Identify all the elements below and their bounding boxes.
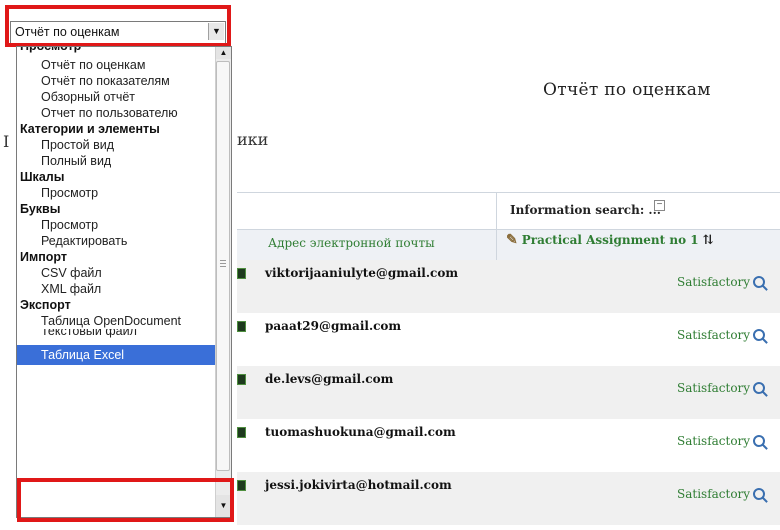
- dropdown-options: ПросмотрОтчёт по оценкамОтчёт по показат…: [17, 47, 215, 365]
- dropdown-option[interactable]: Таблица OpenDocument: [17, 313, 215, 329]
- collapse-icon[interactable]: −: [654, 200, 665, 211]
- table-row: paaat29@gmail.com Satisfactory: [237, 313, 780, 366]
- row-grade-label: Satisfactory: [677, 275, 751, 289]
- row-grade-label: Satisfactory: [677, 434, 751, 448]
- row-grade-label: Satisfactory: [677, 381, 751, 395]
- row-grade: Satisfactory: [677, 434, 766, 448]
- dropdown-group-label: Экспорт: [20, 298, 71, 312]
- dropdown-group-label: Категории и элементы: [20, 122, 160, 136]
- dropdown-option[interactable]: Просмотр: [17, 217, 215, 233]
- row-email: tuomashuokuna@gmail.com: [265, 425, 456, 439]
- header-divider: [496, 229, 497, 263]
- row-grade-label: Satisfactory: [677, 328, 751, 342]
- row-select-icon[interactable]: [237, 321, 246, 332]
- assignment-icon: ✎: [506, 232, 518, 248]
- magnifier-icon[interactable]: [753, 276, 766, 288]
- table-row: de.levs@gmail.com Satisfactory: [237, 366, 780, 419]
- col-header-assignment[interactable]: ✎ Practical Assignment no 1 ⇅: [506, 232, 714, 248]
- row-select-icon[interactable]: [237, 374, 246, 385]
- highlight-box-excel: [17, 478, 234, 522]
- row-select-icon[interactable]: [237, 427, 246, 438]
- row-email: jessi.jokivirta@hotmail.com: [265, 478, 452, 492]
- dropdown-group-label: Импорт: [20, 250, 68, 264]
- dropdown-group-label: Буквы: [20, 202, 61, 216]
- dropdown-option[interactable]: XML файл: [17, 281, 215, 297]
- dropdown-option[interactable]: Отчёт по показателям: [17, 73, 215, 89]
- magnifier-icon[interactable]: [753, 329, 766, 341]
- scroll-up-icon[interactable]: ▲: [216, 47, 231, 59]
- assignment-label[interactable]: Practical Assignment no 1: [522, 233, 699, 247]
- page-title: Отчёт по оценкам: [543, 80, 711, 100]
- row-grade: Satisfactory: [677, 381, 766, 395]
- table-row: viktorijaaniulyte@gmail.com Satisfactory: [237, 260, 780, 313]
- row-email: viktorijaaniulyte@gmail.com: [265, 266, 459, 280]
- dropdown-scrollbar[interactable]: ▲ ▼: [215, 47, 231, 517]
- info-search-label: Information search: ...: [510, 203, 661, 217]
- dropdown-group-label: Шкалы: [20, 170, 65, 184]
- tab-label-fragment[interactable]: ики: [237, 130, 268, 149]
- row-select-icon[interactable]: [237, 480, 246, 491]
- obscured-heading-fragment: I: [3, 132, 10, 151]
- highlight-box-select: [5, 5, 231, 47]
- scroll-thumb[interactable]: [216, 61, 230, 471]
- row-email: paaat29@gmail.com: [265, 319, 402, 333]
- dropdown-option[interactable]: Редактировать: [17, 233, 215, 249]
- dropdown-option[interactable]: Текстовый файл: [17, 329, 215, 341]
- dropdown-option[interactable]: Обзорный отчёт: [17, 89, 215, 105]
- dropdown-option[interactable]: Отчет по пользователю: [17, 105, 215, 121]
- table-row: jessi.jokivirta@hotmail.com Satisfactory: [237, 472, 780, 525]
- row-select-icon[interactable]: [237, 268, 246, 279]
- dropdown-option[interactable]: Простой вид: [17, 137, 215, 153]
- dropdown-option-selected[interactable]: Таблица Excel: [17, 345, 215, 365]
- sort-icon[interactable]: ⇅: [703, 233, 714, 248]
- row-grade: Satisfactory: [677, 487, 766, 501]
- dropdown-option[interactable]: Отчёт по оценкам: [17, 57, 215, 73]
- report-dropdown-list[interactable]: ПросмотрОтчёт по оценкамОтчёт по показат…: [16, 46, 232, 518]
- grip-icon: [220, 260, 226, 261]
- row-grade: Satisfactory: [677, 275, 766, 289]
- row-grade: Satisfactory: [677, 328, 766, 342]
- magnifier-icon[interactable]: [753, 382, 766, 394]
- row-email: de.levs@gmail.com: [265, 372, 394, 386]
- dropdown-option[interactable]: CSV файл: [17, 265, 215, 281]
- table-row: tuomashuokuna@gmail.com Satisfactory: [237, 419, 780, 472]
- magnifier-icon[interactable]: [753, 488, 766, 500]
- col-header-email[interactable]: Адрес электронной почты: [268, 236, 435, 250]
- dropdown-group-label: Просмотр: [17, 47, 215, 57]
- row-grade-label: Satisfactory: [677, 487, 751, 501]
- dropdown-option[interactable]: Просмотр: [17, 185, 215, 201]
- dropdown-option[interactable]: Полный вид: [17, 153, 215, 169]
- magnifier-icon[interactable]: [753, 435, 766, 447]
